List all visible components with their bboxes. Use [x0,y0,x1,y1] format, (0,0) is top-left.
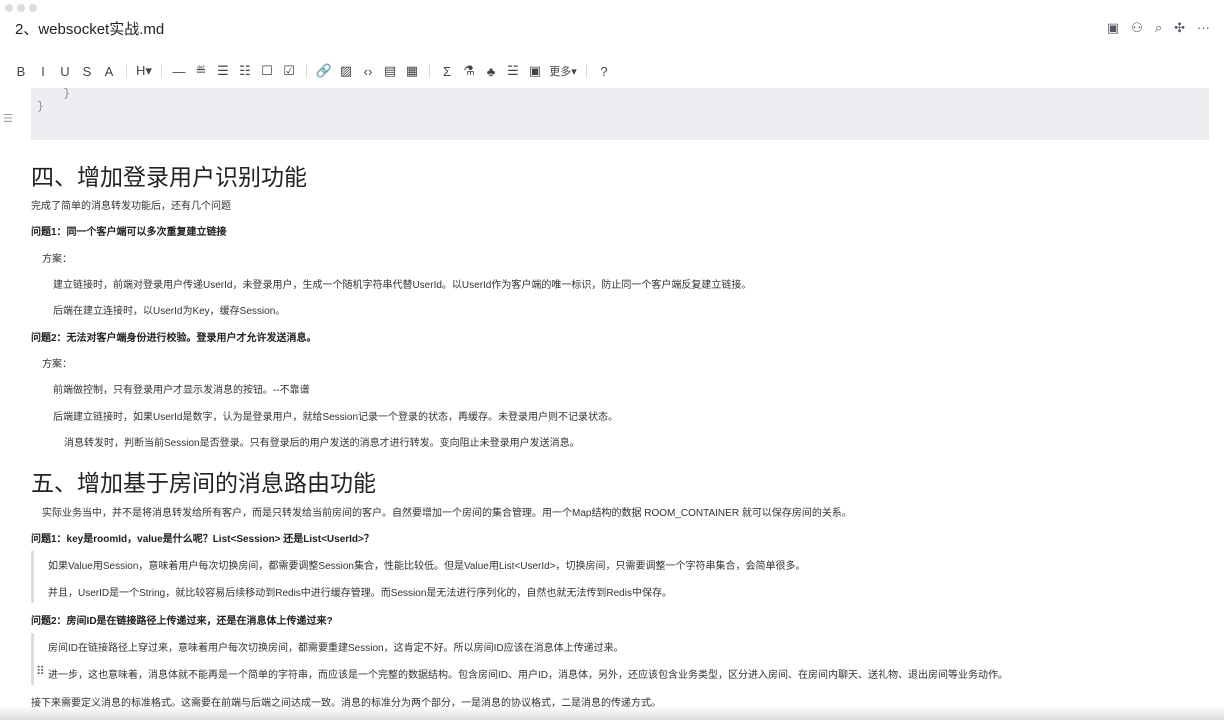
quote-line: 房间ID在链接路径上穿过来，意味着用户每次切换房间，都需要重建Session，这… [48,643,624,654]
mindmap-icon[interactable]: ✣ [1174,20,1185,36]
minimize-dot[interactable] [17,4,25,12]
plan-label: 方案： [42,359,72,370]
room-question-1: 问题1：key是roomId，value是什么呢？List<Session> 还… [31,534,374,545]
question-2: 问题2：无法对客户端身份进行校验。登录用户才允许发送消息。 [31,333,317,344]
task-button[interactable]: ☑ [278,63,300,79]
quote-line: 进一步，这也意味着，消息体就不能再是一个简单的字符串，而应该是一个完整的数据结构… [48,670,1008,681]
blockquote-bar [31,633,34,685]
document-title: 2、websocket实战.md [15,21,165,38]
checkbox-button[interactable]: ☐ [256,63,278,79]
toolbar-divider [161,64,162,78]
code-block-button[interactable]: ▤ [379,63,401,79]
window-controls[interactable] [5,4,37,12]
heading-button[interactable]: H▾ [133,63,155,79]
toolbar-divider [586,64,587,78]
code-block[interactable]: } } [31,88,1209,140]
bold-button[interactable]: B [10,64,32,79]
plan-label: 方案： [42,254,72,265]
room-question-2: 问题2：房间ID是在链接路径上传递过来，还是在消息体上传递过来? [31,616,333,627]
drag-handle-icon[interactable]: ⠿ [36,664,45,678]
paragraph: 实际业务当中，并不是将消息转发给所有客户，而是只转发给当前房间的客户。自然要增加… [42,508,852,519]
share-user-icon[interactable]: ⚇ [1131,20,1143,36]
template-button[interactable]: ▣ [524,63,546,79]
flask-button[interactable]: ⚗ [458,63,480,79]
blockquote-bar [31,551,34,603]
close-dot[interactable] [5,4,13,12]
paragraph: 建立链接时，前端对登录用户传递UserId，未登录用户，生成一个随机字符串代替U… [53,280,752,291]
code-line: } [37,101,44,113]
blockquote-button[interactable]: ≝ [190,63,212,79]
outline-toggle-icon[interactable]: ☰ [3,112,13,125]
toolbar-divider [306,64,307,78]
code-line: } [37,88,71,100]
ordered-list-button[interactable]: ☷ [234,63,256,79]
heading-section-5: 五、增加基于房间的消息路由功能 [31,470,376,496]
image-button[interactable]: ▨ [335,63,357,79]
strikethrough-button[interactable]: S [76,64,98,79]
formula-button[interactable]: Σ [436,64,458,79]
table-button[interactable]: ▦ [401,63,423,79]
highlight-button[interactable]: A [98,64,120,79]
toolbar-divider [126,64,127,78]
paragraph: 后端建立链接时，如果UserId是数字，认为是登录用户，就给Session记录一… [53,412,619,423]
more-button[interactable]: 更多▾ [546,63,580,79]
paragraph: 消息转发时，判断当前Session是否登录。只有登录后的用户发送的消息才进行转发… [64,438,580,449]
zoom-dot[interactable] [29,4,37,12]
more-icon[interactable]: ··· [1197,20,1210,36]
paragraph: 完成了简单的消息转发功能后，还有几个问题 [31,201,231,212]
italic-button[interactable]: I [32,64,54,79]
bottom-shadow [0,706,1224,720]
formatting-toolbar: B I U S A H▾ — ≝ ☰ ☷ ☐ ☑ 🔗 ▨ ‹› ▤ ▦ Σ ⚗ ♣ ☱ ▣ 更多▾? [10,63,615,79]
divider-button[interactable]: — [168,64,190,79]
code-button[interactable]: ‹› [357,64,379,79]
heading-section-4: 四、增加登录用户识别功能 [31,164,307,190]
link-button[interactable]: 🔗 [313,63,335,79]
search-replace-icon[interactable]: ⌕ [1155,20,1162,36]
question-1: 问题1：同一个客户端可以多次重复建立链接 [31,227,227,238]
paragraph: 前端做控制，只有登录用户才显示发消息的按钮。--不靠谱 [53,385,310,396]
quote-line: 如果Value用Session，意味着用户每次切换房间，都需要调整Session… [48,561,806,572]
diagram-button[interactable]: ♣ [480,64,502,79]
outline-icon[interactable]: ▣ [1107,20,1119,36]
toolbar-divider [429,64,430,78]
help-icon[interactable]: ? [593,64,615,79]
underline-button[interactable]: U [54,64,76,79]
toc-button[interactable]: ☱ [502,63,524,79]
quote-line: 并且，UserID是一个String，就比较容易后续移动到Redis中进行缓存管… [48,588,672,599]
paragraph: 后端在建立连接时，以UserId为Key，缓存Session。 [53,306,286,317]
bullet-list-button[interactable]: ☰ [212,63,234,79]
